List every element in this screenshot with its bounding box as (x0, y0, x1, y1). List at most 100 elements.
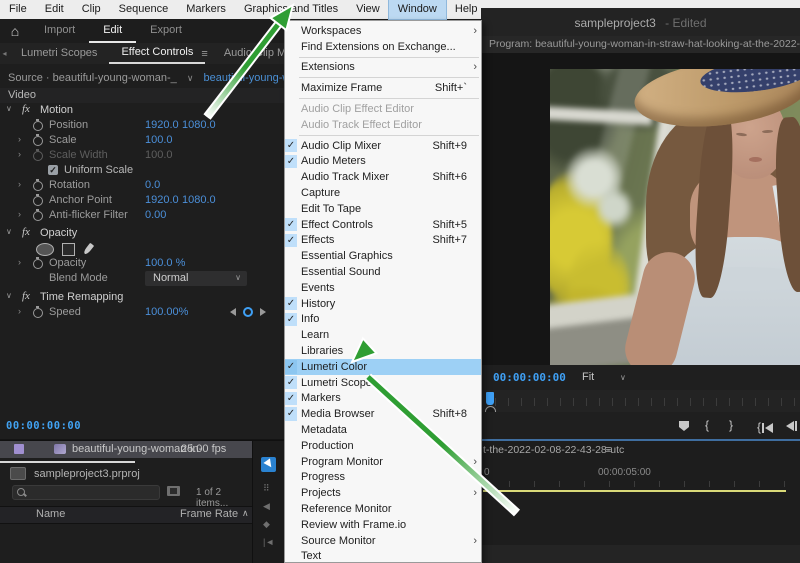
stopwatch-icon[interactable] (33, 121, 43, 131)
menu-item[interactable]: Progress (285, 470, 481, 486)
stopwatch-icon[interactable] (33, 211, 43, 221)
label-color-swatch[interactable] (14, 444, 24, 454)
slip-tool-icon[interactable]: |◄ (263, 537, 274, 547)
menu-item[interactable]: Source Monitor › (285, 533, 481, 549)
column-name[interactable]: Name (36, 508, 65, 520)
program-monitor-tab[interactable]: Program: beautiful-young-woman-in-straw-… (481, 36, 800, 54)
project-file-row[interactable]: sampleproject3.prproj (10, 467, 140, 480)
menu-item[interactable]: ✓ Lumetri Color (285, 359, 481, 375)
param-value[interactable]: 1080.0 (182, 194, 216, 206)
timeline-ruler[interactable]: 0 00:00:05:00 (481, 465, 800, 489)
rotation-row[interactable]: › Rotation 0.0 (0, 178, 284, 193)
menu-item[interactable]: ✓ Effects Shift+7 (285, 233, 481, 249)
stopwatch-icon[interactable] (33, 136, 43, 146)
menu-item[interactable]: Program Monitor › (285, 454, 481, 470)
pen-mask-icon[interactable] (83, 243, 94, 256)
video-section-header[interactable]: Video (0, 88, 284, 103)
add-marker-icon[interactable] (679, 421, 689, 431)
next-keyframe-icon[interactable] (260, 308, 266, 316)
param-value[interactable]: 0.00 (145, 209, 166, 221)
menubar-item[interactable]: Sequence (110, 0, 178, 19)
mark-out-icon[interactable]: } (729, 418, 733, 432)
menu-item[interactable]: Production (285, 438, 481, 454)
motion-group-row[interactable]: ∨ fx Motion (0, 103, 284, 118)
effect-controls-timecode[interactable]: 00:00:00:00 (6, 420, 81, 432)
anchor-point-row[interactable]: Anchor Point 1920.0 1080.0 (0, 193, 284, 208)
menu-item[interactable]: Essential Sound (285, 264, 481, 280)
menu-item[interactable]: Audio Track Effect Editor (285, 117, 481, 133)
track-select-tool-icon[interactable]: ⠿ (263, 483, 270, 494)
add-keyframe-icon[interactable] (243, 307, 253, 317)
chevron-down-icon[interactable]: ∨ (187, 73, 194, 83)
video-preview[interactable] (550, 69, 800, 365)
menubar-item[interactable]: Graphics and Titles (235, 0, 347, 19)
menubar-item[interactable]: Markers (177, 0, 235, 19)
blend-mode-dropdown[interactable]: Normal ∨ (145, 271, 247, 286)
anti-flicker-row[interactable]: › Anti-flicker Filter 0.00 (0, 208, 284, 223)
selection-tool-icon[interactable] (261, 457, 276, 472)
time-remapping-group-row[interactable]: ∨ fx Time Remapping (0, 290, 284, 305)
new-bin-icon[interactable] (167, 486, 180, 496)
menubar-item[interactable]: File (0, 0, 36, 19)
menu-item[interactable]: Maximize Frame Shift+` (285, 80, 481, 96)
param-value[interactable]: 100.0 % (145, 257, 185, 269)
menu-item[interactable]: ✓ Audio Meters (285, 154, 481, 170)
menu-item[interactable]: Workspaces › (285, 23, 481, 39)
stopwatch-icon[interactable] (33, 259, 43, 269)
opacity-group-row[interactable]: ∨ fx Opacity (0, 226, 284, 241)
param-value[interactable]: 1080.0 (182, 119, 216, 131)
menu-item[interactable]: Review with Frame.io (285, 517, 481, 533)
twirl-closed-icon[interactable]: › (18, 306, 21, 316)
opacity-param-row[interactable]: › Opacity 100.0 % (0, 256, 284, 271)
param-value[interactable]: 100.00% (145, 306, 188, 318)
menu-item[interactable]: ✓ Effect Controls Shift+5 (285, 217, 481, 233)
menu-item[interactable]: ✓ Lumetri Scopes (285, 375, 481, 391)
zoom-level-dropdown[interactable]: Fit (582, 371, 594, 383)
scroll-left-icon[interactable]: ◂ (0, 49, 9, 58)
step-back-icon[interactable] (786, 420, 797, 432)
stopwatch-icon[interactable] (33, 181, 43, 191)
twirl-open-icon[interactable]: ∨ (6, 291, 12, 300)
header-nav-item[interactable]: Export (136, 19, 196, 43)
program-timecode[interactable]: 00:00:00:00 (493, 371, 566, 384)
stopwatch-icon[interactable] (33, 308, 43, 318)
menu-item[interactable]: Audio Track Mixer Shift+6 (285, 169, 481, 185)
menu-item[interactable]: Audio Clip Effect Editor (285, 101, 481, 117)
sort-up-icon[interactable]: ∧ (242, 508, 249, 519)
menu-item[interactable]: ✓ History (285, 296, 481, 312)
param-value[interactable]: 1920.0 (145, 119, 179, 131)
menu-item[interactable]: ✓ Audio Clip Mixer Shift+9 (285, 138, 481, 154)
menu-item[interactable]: Extensions › (285, 60, 481, 76)
menu-item[interactable]: Text (285, 549, 481, 563)
search-input[interactable] (12, 485, 160, 500)
header-nav-item[interactable]: Import (30, 19, 89, 43)
playhead[interactable] (486, 392, 494, 405)
tab-lumetri-scopes[interactable]: Lumetri Scopes (9, 44, 109, 63)
table-row[interactable]: beautiful-young-woman-in- 25.00 fps (0, 441, 252, 458)
work-area-bar[interactable] (483, 490, 786, 492)
position-row[interactable]: Position 1920.0 1080.0 (0, 118, 284, 133)
prev-keyframe-icon[interactable] (230, 308, 236, 316)
menu-item[interactable]: Find Extensions on Exchange... (285, 39, 481, 55)
panel-menu-icon[interactable]: ≡ (605, 444, 611, 456)
go-to-in-icon[interactable]: { (757, 420, 773, 434)
menu-item[interactable]: Learn (285, 327, 481, 343)
menu-item[interactable]: Reference Monitor (285, 501, 481, 517)
twirl-closed-icon[interactable]: › (18, 209, 21, 219)
menubar-item[interactable]: View (347, 0, 389, 19)
param-value[interactable]: 100.0 (145, 134, 173, 146)
menu-item[interactable]: Edit To Tape (285, 201, 481, 217)
column-frame-rate[interactable]: Frame Rate (180, 508, 238, 520)
menubar-item[interactable]: Clip (73, 0, 110, 19)
home-icon[interactable]: ⌂ (0, 23, 30, 39)
menu-item[interactable]: Essential Graphics (285, 248, 481, 264)
stopwatch-icon[interactable] (33, 196, 43, 206)
header-nav-item[interactable]: Edit (89, 19, 136, 43)
menu-item[interactable]: ✓ Markers (285, 391, 481, 407)
ellipse-mask-icon[interactable] (36, 243, 54, 256)
menu-item[interactable]: Projects › (285, 485, 481, 501)
menu-item[interactable]: Metadata (285, 422, 481, 438)
ripple-edit-tool-icon[interactable]: ◀ (263, 501, 270, 512)
menubar-item[interactable]: Window (389, 0, 446, 19)
sequence-tab[interactable]: t-the-2022-02-08-22-43-28-utc (483, 444, 624, 456)
